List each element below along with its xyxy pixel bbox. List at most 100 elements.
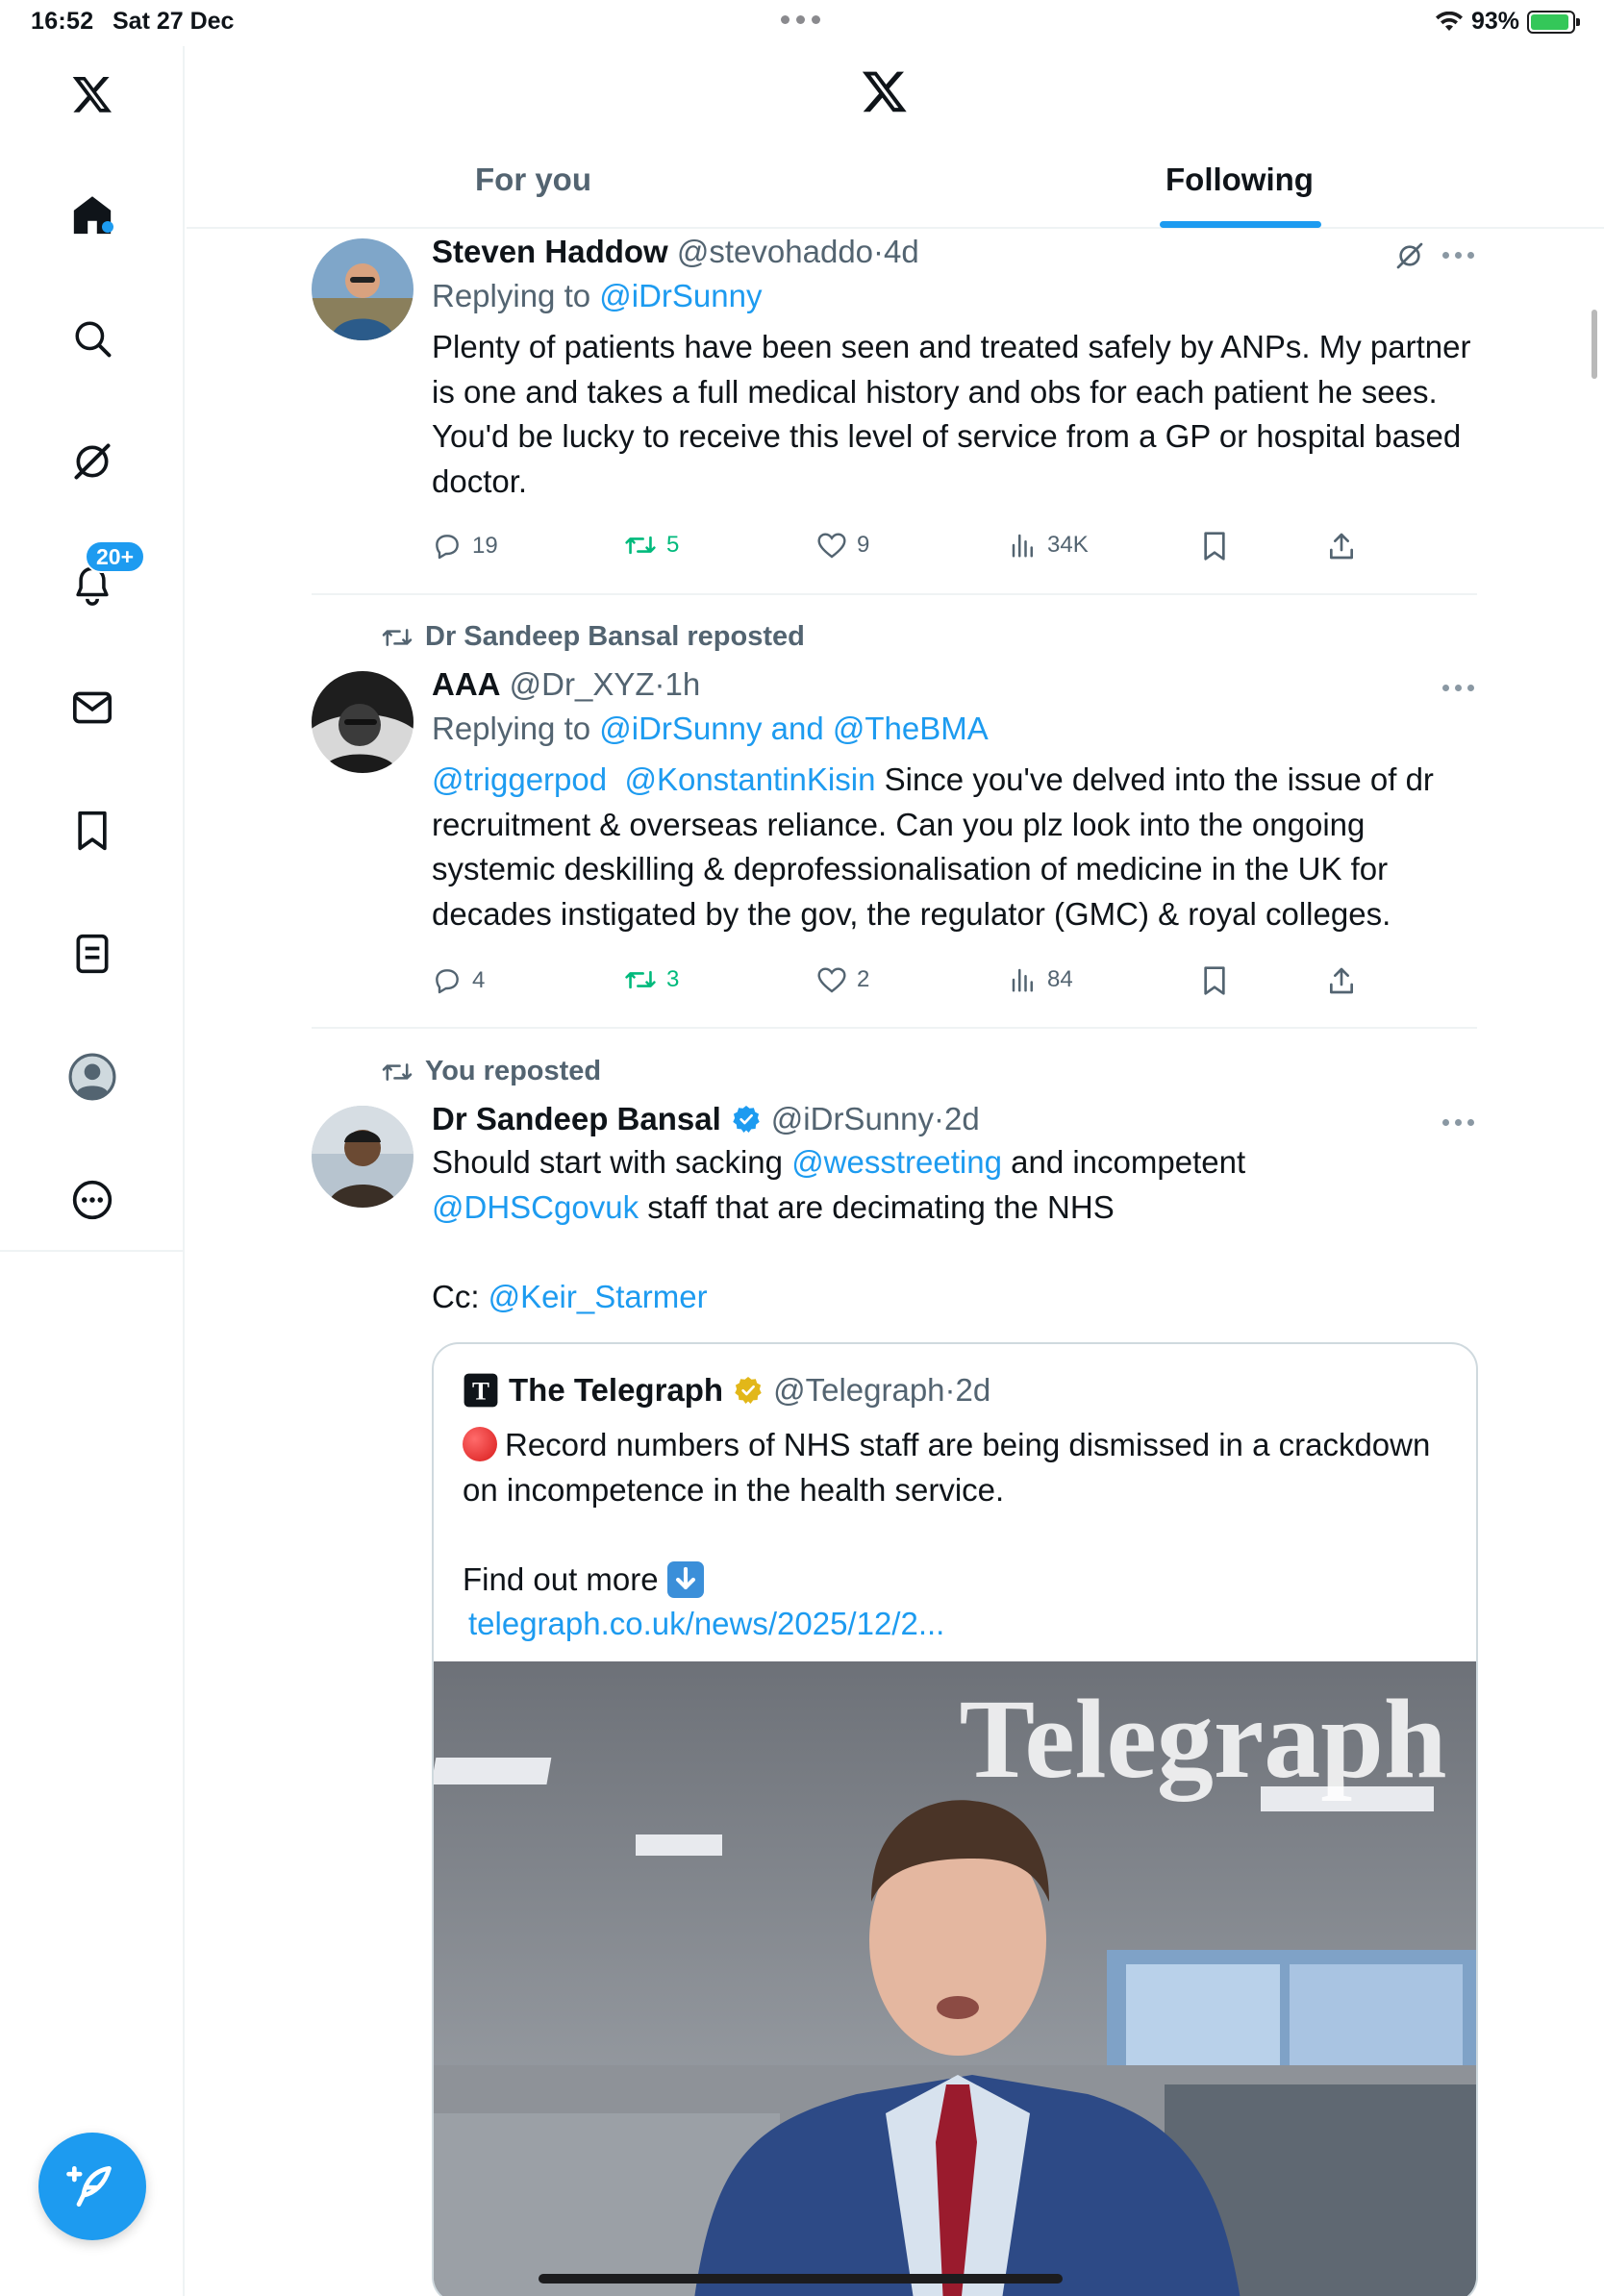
reply-icon	[436, 969, 459, 994]
replying-to-link[interactable]: @iDrSunny and @TheBMA	[599, 711, 989, 746]
dot-separator: ·	[944, 1372, 956, 1408]
avatar[interactable]	[312, 1106, 414, 1208]
avatar[interactable]	[312, 238, 414, 340]
repost-note: Dr Sandeep Bansal reposted	[381, 621, 805, 653]
quoted-media-image[interactable]: Telegraph	[434, 1661, 1476, 2296]
more-options-icon[interactable]	[1442, 1119, 1477, 1129]
bookmark-button[interactable]	[1201, 965, 1228, 996]
author-handle[interactable]: @stevohaddo	[677, 234, 873, 269]
quoted-author-handle[interactable]: @Telegraph	[773, 1372, 944, 1408]
repost-count: 5	[666, 532, 680, 558]
messages-icon[interactable]	[60, 675, 125, 740]
find-more-text: Find out more	[463, 1560, 659, 1597]
compose-post-button[interactable]	[38, 2133, 146, 2240]
mention-link[interactable]: @KonstantinKisin	[624, 761, 875, 797]
repost-icon	[625, 536, 656, 555]
heart-icon	[817, 533, 846, 559]
repost-button[interactable]: 5	[624, 531, 679, 560]
author-name[interactable]: Dr Sandeep Bansal	[432, 1098, 721, 1140]
timeline-header: For you Following	[187, 46, 1604, 229]
repost-count: 3	[666, 966, 680, 992]
profile-icon[interactable]	[60, 1044, 125, 1110]
home-indicator[interactable]	[539, 2274, 1063, 2284]
more-options-icon[interactable]	[1442, 685, 1477, 694]
like-count: 9	[857, 532, 870, 558]
avatar[interactable]	[312, 671, 414, 773]
grok-icon[interactable]	[60, 429, 125, 494]
views-button[interactable]: 34K	[1009, 531, 1089, 560]
mention-link[interactable]: @triggerpod	[432, 761, 607, 797]
like-button[interactable]: 2	[816, 965, 869, 994]
repost-note-text[interactable]: You reposted	[425, 1056, 601, 1087]
tweet-time[interactable]: 4d	[884, 234, 919, 269]
mention-link[interactable]: @wesstreeting	[791, 1144, 1002, 1180]
down-arrow-icon	[666, 1560, 704, 1598]
reply-button[interactable]: 4	[432, 965, 485, 996]
share-button[interactable]	[1326, 531, 1357, 562]
tweet-text: @triggerpod @KonstantinKisin Since you'v…	[432, 758, 1480, 936]
bookmark-button[interactable]	[1201, 531, 1228, 562]
tweet-text-part: staff that are decimating the NHS	[639, 1188, 1115, 1225]
quoted-tweet[interactable]: T The Telegraph @Telegraph·2d Record num…	[432, 1342, 1478, 2296]
svg-text:T: T	[472, 1377, 489, 1406]
quoted-tweet-time[interactable]: 2d	[956, 1372, 991, 1408]
repost-note-text[interactable]: Dr Sandeep Bansal reposted	[425, 621, 805, 653]
author-name[interactable]: Steven Haddow	[432, 234, 668, 269]
author-handle[interactable]: @Dr_XYZ	[510, 666, 655, 702]
tweet-text-part: Should start with sacking	[432, 1144, 792, 1180]
tab-for-you[interactable]: For you	[475, 162, 591, 198]
repost-icon	[382, 628, 413, 646]
tweet-actions: 19 5 9 34K	[432, 531, 1480, 569]
repost-button[interactable]: 3	[624, 965, 679, 994]
status-time: 16:52	[31, 8, 94, 35]
reply-button[interactable]: 19	[432, 531, 498, 562]
tab-following[interactable]: Following	[1165, 162, 1314, 198]
multitasking-dots-icon[interactable]	[781, 15, 820, 24]
replying-prefix: Replying to	[432, 278, 600, 313]
author-name[interactable]: AAA	[432, 666, 501, 702]
tweet-time[interactable]: 1h	[665, 666, 701, 702]
views-icon	[1012, 534, 1033, 558]
x-logo-icon[interactable]	[60, 62, 125, 127]
share-icon	[1330, 533, 1353, 560]
share-button[interactable]	[1326, 965, 1357, 996]
tweet-actions: 4 3 2 84	[432, 965, 1480, 1004]
verified-gold-badge-icon	[735, 1377, 762, 1404]
heart-icon	[817, 967, 846, 993]
more-icon[interactable]	[60, 1167, 125, 1233]
verified-badge-icon	[733, 1106, 760, 1133]
quoted-author-name[interactable]: The Telegraph	[509, 1369, 723, 1411]
dot-separator: ·	[654, 666, 665, 702]
scrollbar[interactable]	[1591, 310, 1597, 379]
tweet[interactable]: Dr Sandeep Bansal reposted AAA @Dr_XYZ·1…	[312, 596, 1477, 1029]
tweet[interactable]: Steven Haddow @stevohaddo·4d Replying to…	[312, 231, 1477, 596]
view-count: 84	[1047, 966, 1073, 992]
mention-link[interactable]: @Keir_Starmer	[489, 1279, 708, 1314]
views-button[interactable]: 84	[1009, 965, 1073, 994]
mention-link[interactable]: @DHSCgovuk	[432, 1189, 639, 1225]
reply-count: 4	[472, 967, 486, 993]
like-button[interactable]: 9	[816, 531, 869, 560]
home-unread-dot	[102, 221, 113, 233]
compose-feather-icon	[66, 2166, 112, 2207]
more-options-icon[interactable]	[1442, 252, 1477, 262]
repost-icon	[382, 1062, 413, 1081]
tweet[interactable]: You reposted Dr Sandeep Bansal @iDrSunny…	[312, 1031, 1478, 2296]
telegraph-logo-icon: T	[464, 1373, 498, 1408]
article-link[interactable]: telegraph.co.uk/news/2025/12/2...	[468, 1606, 944, 1641]
replying-prefix: Replying to	[432, 711, 600, 746]
replying-to: Replying to @iDrSunny and @TheBMA	[432, 706, 1480, 752]
bookmarks-icon[interactable]	[60, 798, 125, 863]
reply-count: 19	[472, 533, 498, 559]
x-header-logo-icon	[860, 67, 910, 120]
status-right: 93%	[1435, 8, 1580, 36]
sidebar: 20+	[0, 46, 185, 2296]
tweet-time[interactable]: 2d	[944, 1101, 980, 1136]
grok-explain-icon[interactable]	[1394, 240, 1425, 276]
author-handle[interactable]: @iDrSunny	[771, 1101, 934, 1136]
replying-to-link[interactable]: @iDrSunny	[599, 278, 762, 313]
search-icon[interactable]	[60, 306, 125, 371]
reply-icon	[436, 535, 459, 560]
lists-icon[interactable]	[60, 921, 125, 986]
home-icon[interactable]	[60, 183, 125, 248]
